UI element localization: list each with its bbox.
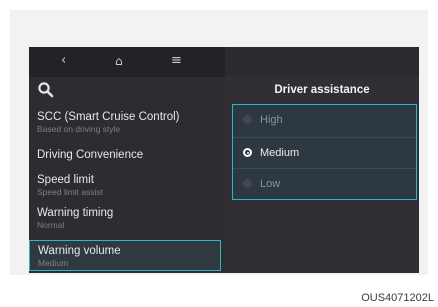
menu-item-warning-timing[interactable]: Warning timing Normal: [29, 207, 221, 230]
radio-selected-icon[interactable]: [243, 148, 252, 157]
menu-item-title: SCC (Smart Cruise Control): [37, 111, 180, 123]
back-chevron-icon[interactable]: ‹: [61, 53, 66, 69]
menu-item-driving-convenience[interactable]: Driving Convenience: [29, 149, 221, 162]
home-icon[interactable]: ⌂: [115, 53, 123, 69]
infotainment-screen: ‹ ⌂ ≡ SCC (Smart Cruise Control) Based o…: [29, 47, 419, 273]
menu-item-title: Speed limit: [37, 174, 94, 186]
option-label: Medium: [260, 147, 300, 159]
menu-item-title: Warning volume: [38, 245, 121, 257]
menu-item-scc[interactable]: SCC (Smart Cruise Control) Based on driv…: [29, 111, 221, 134]
menu-item-subtitle: Based on driving style: [37, 124, 121, 134]
menu-item-speed-limit[interactable]: Speed limit Speed limit assist: [29, 174, 221, 197]
radio-unselected-icon[interactable]: [243, 115, 252, 124]
volume-options-list: High Medium Low: [232, 104, 417, 200]
menu-item-subtitle: Speed limit assist: [37, 187, 104, 197]
menu-item-warning-volume[interactable]: Warning volume Medium: [29, 240, 221, 271]
figure-code: OUS4071202L: [361, 292, 434, 304]
option-label: Low: [260, 178, 281, 190]
search-icon[interactable]: [37, 81, 55, 99]
panel-title: Driver assistance: [274, 84, 370, 96]
radio-unselected-icon[interactable]: [243, 179, 252, 188]
option-label: High: [260, 114, 283, 126]
menu-item-subtitle: Medium: [38, 258, 69, 268]
menu-item-title: Warning timing: [37, 207, 114, 219]
option-high[interactable]: High: [233, 105, 416, 136]
option-low[interactable]: Low: [233, 168, 416, 199]
top-navigation-bar: ‹ ⌂ ≡: [29, 47, 225, 77]
settings-menu: SCC (Smart Cruise Control) Based on driv…: [29, 77, 225, 273]
menu-item-subtitle: Normal: [37, 220, 65, 230]
menu-icon[interactable]: ≡: [171, 53, 182, 69]
menu-item-title: Driving Convenience: [37, 149, 144, 161]
option-medium[interactable]: Medium: [233, 137, 416, 168]
panel-header-area: [225, 47, 419, 77]
